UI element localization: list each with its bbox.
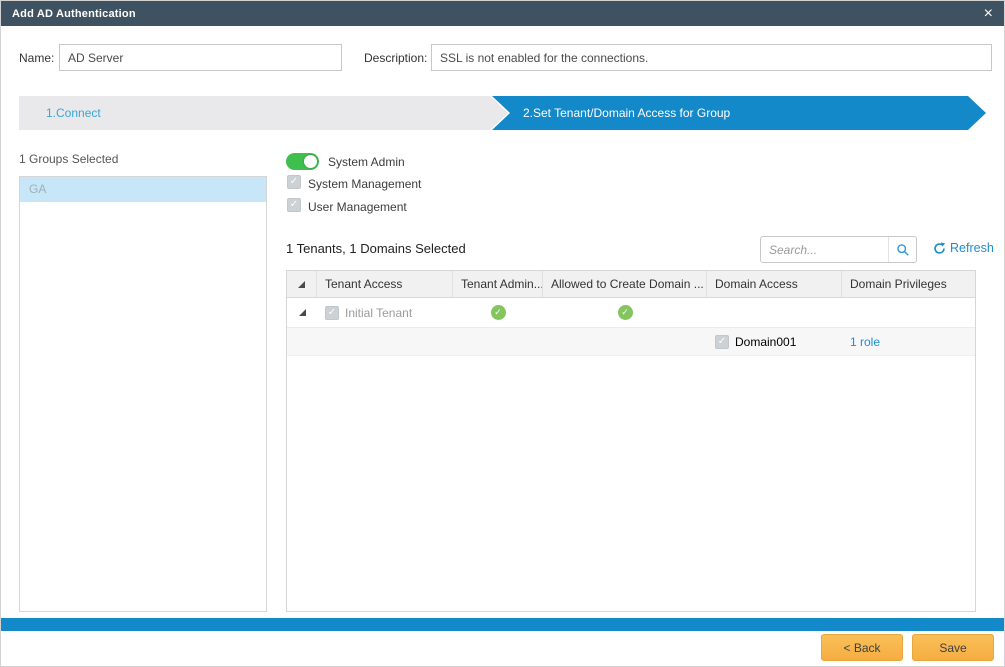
description-input[interactable] xyxy=(431,44,992,71)
domain-name: Domain001 xyxy=(735,335,796,349)
description-label: Description: xyxy=(364,51,427,65)
refresh-label: Refresh xyxy=(950,241,994,255)
search-button[interactable] xyxy=(888,237,916,262)
wizard-step-connect[interactable]: 1.Connect xyxy=(19,96,508,130)
tenant-domain-access-cell xyxy=(707,298,842,327)
refresh-icon xyxy=(933,242,946,255)
role-count-link[interactable]: 1 role xyxy=(850,335,880,349)
domain-admin-cell xyxy=(453,328,543,355)
tenant-admin-cell: ✓ xyxy=(453,298,543,327)
tenant-row: ✓ Initial Tenant ✓ ✓ xyxy=(287,298,975,328)
domain-row: ✓ Domain001 1 role xyxy=(287,328,975,356)
tenant-access-cell: ✓ Initial Tenant xyxy=(317,298,453,327)
check-icon: ✓ xyxy=(718,336,726,347)
domain-expand-cell xyxy=(287,328,317,355)
check-icon: ✓ xyxy=(290,176,298,187)
tenant-domain-privileges-cell xyxy=(842,298,975,327)
system-management-checkbox[interactable]: ✓ xyxy=(287,175,301,189)
save-button[interactable]: Save xyxy=(912,634,994,661)
tenant-domain-grid: Tenant Access Tenant Admin... Allowed to… xyxy=(286,270,976,612)
dialog-titlebar: Add AD Authentication × xyxy=(1,1,1004,26)
row-expand-cell[interactable] xyxy=(287,298,317,327)
grid-header: Tenant Access Tenant Admin... Allowed to… xyxy=(287,271,975,298)
close-icon[interactable]: × xyxy=(984,6,993,22)
system-admin-label: System Admin xyxy=(328,155,405,169)
dialog-title: Add AD Authentication xyxy=(12,8,136,20)
allowed-create-domain-cell: ✓ xyxy=(543,298,707,327)
wizard-step-set-access-label: 2.Set Tenant/Domain Access for Group xyxy=(523,106,730,120)
group-list-item[interactable]: GA xyxy=(20,177,266,202)
user-management-label: User Management xyxy=(308,200,407,214)
col-header-tenant-admin[interactable]: Tenant Admin... xyxy=(453,271,543,297)
name-input[interactable] xyxy=(59,44,342,71)
refresh-button[interactable]: Refresh xyxy=(933,241,994,255)
tenant-name: Initial Tenant xyxy=(345,306,412,320)
toggle-knob xyxy=(304,155,317,168)
groups-selected-label: 1 Groups Selected xyxy=(19,152,118,166)
collapse-all-cell[interactable] xyxy=(287,271,317,297)
col-header-domain-access[interactable]: Domain Access xyxy=(707,271,842,297)
tenant-admin-granted-icon: ✓ xyxy=(491,305,506,320)
collapse-all-icon xyxy=(298,281,305,288)
allowed-create-granted-icon: ✓ xyxy=(618,305,633,320)
add-ad-authentication-dialog: Add AD Authentication × Name: Descriptio… xyxy=(0,0,1005,667)
initial-tenant-checkbox[interactable]: ✓ xyxy=(325,306,339,320)
col-header-domain-privileges[interactable]: Domain Privileges xyxy=(842,271,975,297)
domain-tenant-cell xyxy=(317,328,453,355)
domain-allowed-cell xyxy=(543,328,707,355)
domain-privileges-cell: 1 role xyxy=(842,328,975,355)
row-collapse-icon xyxy=(299,309,306,316)
search-input[interactable] xyxy=(761,243,888,257)
system-admin-toggle[interactable] xyxy=(286,153,319,170)
groups-list: GA xyxy=(19,176,267,612)
system-management-label: System Management xyxy=(308,177,421,191)
footer-divider xyxy=(1,618,1004,631)
domain-access-cell: ✓ Domain001 xyxy=(707,328,842,355)
search-box xyxy=(760,236,917,263)
wizard-step-set-access: 2.Set Tenant/Domain Access for Group xyxy=(492,96,986,130)
tenants-domains-summary: 1 Tenants, 1 Domains Selected xyxy=(286,241,466,256)
col-header-tenant-access[interactable]: Tenant Access xyxy=(317,271,453,297)
user-management-checkbox[interactable]: ✓ xyxy=(287,198,301,212)
col-header-allowed-create-domain[interactable]: Allowed to Create Domain ... xyxy=(543,271,707,297)
check-icon: ✓ xyxy=(328,307,336,318)
back-button[interactable]: < Back xyxy=(821,634,903,661)
domain001-checkbox[interactable]: ✓ xyxy=(715,335,729,349)
wizard-step-connect-label: 1.Connect xyxy=(46,106,101,120)
search-icon xyxy=(896,243,910,257)
check-icon: ✓ xyxy=(290,199,298,210)
name-label: Name: xyxy=(19,51,54,65)
